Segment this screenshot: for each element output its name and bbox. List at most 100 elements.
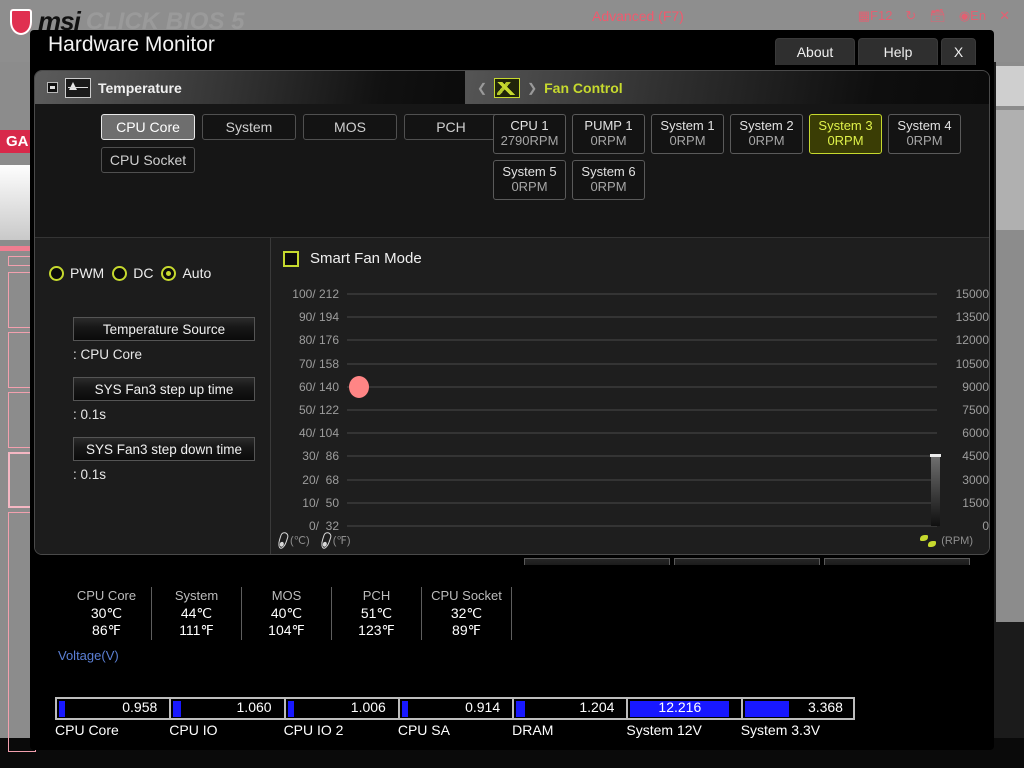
fan-chip-rpm: 0RPM	[748, 133, 785, 148]
y-tick-temperature: 60/ 140	[298, 379, 339, 394]
y-tick-rpm: 4500	[962, 449, 989, 464]
close-button[interactable]: X	[941, 38, 976, 65]
rpm-vertical-slider[interactable]	[930, 454, 941, 526]
chevron-left-icon[interactable]: ❮	[477, 81, 487, 95]
bios-advanced-label[interactable]: Advanced (F7)	[592, 8, 684, 24]
fan-chip-name: CPU 1	[510, 118, 549, 134]
close-icon[interactable]: ✕	[999, 8, 1010, 24]
chevron-right-icon[interactable]: ❯	[527, 81, 537, 95]
voltage-cell: 12.216 System 12V	[626, 697, 740, 738]
y-tick-temperature: 30/ 86	[302, 449, 339, 464]
y-tick-rpm: 7500	[962, 403, 989, 417]
radio-pwm[interactable]: PWM	[49, 265, 104, 281]
voltage-value: 1.006	[350, 699, 386, 715]
voltage-cell: 1.006 CPU IO 2	[283, 697, 398, 738]
fan-chip-system-2[interactable]: System 2 0RPM	[730, 114, 803, 154]
radio-auto[interactable]: Auto	[161, 265, 211, 281]
gridline	[347, 293, 937, 295]
about-button[interactable]: About	[775, 38, 855, 65]
voltage-tick	[169, 697, 172, 720]
voltage-tick	[397, 697, 400, 720]
fan-icon	[920, 534, 937, 548]
voltage-value: 1.204	[579, 699, 615, 715]
readout-name: CPU Core	[76, 588, 137, 603]
step-down-time-button[interactable]: SYS Fan3 step down time	[73, 437, 255, 461]
y-tick-temperature: 100/ 212	[292, 287, 339, 301]
temp-chip-mos[interactable]: MOS	[303, 114, 397, 140]
readout-fahrenheit: 123℉	[358, 622, 395, 639]
voltage-label: CPU IO	[169, 722, 218, 738]
msi-shield-icon	[10, 8, 32, 35]
rpm-unit-label: (RPM)	[941, 534, 973, 547]
screenshot-icon[interactable]: ▦F12	[858, 8, 893, 24]
temp-chip-cpu-core[interactable]: CPU Core	[101, 114, 195, 140]
fan-chip-rpm: 0RPM	[590, 133, 627, 148]
readout-celsius: 40℃	[270, 604, 303, 621]
y-tick-temperature: 90/ 194	[298, 310, 339, 325]
radio-dc-icon	[112, 265, 128, 281]
voltage-label: System 3.3V	[740, 722, 821, 738]
thermometer-icon	[276, 531, 290, 550]
voltage-label: CPU Core	[55, 722, 119, 738]
gridline	[347, 409, 937, 411]
temp-chip-system[interactable]: System	[202, 114, 296, 140]
fan-chip-name: System 2	[739, 118, 794, 134]
dialog-body: Temperature ❮ ❯ Fan Control CPU Core Sys…	[34, 70, 990, 555]
voltage-fill	[744, 701, 790, 717]
bios-right-panel-2	[996, 110, 1024, 230]
collapse-icon[interactable]	[47, 82, 58, 93]
temperature-header-label: Temperature	[98, 79, 182, 96]
status-strip: CPU Core 30℃ 86℉ System 44℃ 111℉ MOS 40℃…	[30, 565, 994, 663]
readout-pch: PCH 51℃ 123℉	[332, 587, 422, 640]
fan-curve-point[interactable]	[349, 375, 369, 398]
readout-system: System 44℃ 111℉	[152, 587, 242, 640]
fan-chip-name: System 3	[818, 118, 873, 134]
help-button[interactable]: Help	[858, 38, 938, 65]
fan-chip-name: System 1	[660, 118, 715, 134]
step-up-time-button[interactable]: SYS Fan3 step up time	[73, 377, 255, 401]
temperature-chart-icon	[65, 77, 91, 98]
voltage-fill	[173, 701, 181, 717]
fan-chip-cpu-1[interactable]: CPU 1 2790RPM	[493, 114, 566, 154]
fan-chip-rpm: 0RPM	[590, 179, 627, 194]
voltage-label: DRAM	[512, 722, 554, 738]
voltage-value: 12.216	[658, 699, 702, 715]
voltage-tick	[740, 697, 743, 720]
y-tick-rpm: 6000	[962, 426, 989, 441]
radio-dc-label: DC	[133, 265, 154, 281]
fan-chip-rpm: 0RPM	[511, 179, 548, 194]
temp-chip-cpu-socket[interactable]: CPU Socket	[101, 147, 195, 173]
dialog-title-bar: Hardware Monitor About Help X	[30, 30, 994, 70]
fan-chip-rpm: 0RPM	[827, 133, 864, 148]
y-tick-temperature: 0/ 32	[308, 519, 339, 533]
readout-celsius: 30℃	[90, 604, 123, 621]
refresh-icon[interactable]: ↻	[905, 8, 916, 24]
radio-dc[interactable]: DC	[112, 265, 153, 281]
y-tick-temperature: 50/ 122	[298, 403, 339, 417]
voltage-value: 3.368	[807, 699, 843, 715]
language-icon[interactable]: ◉En	[959, 8, 986, 24]
gridline	[347, 316, 937, 318]
smart-fan-mode-toggle[interactable]: Smart Fan Mode	[283, 250, 422, 267]
fan-chip-system-5[interactable]: System 5 0RPM	[493, 160, 566, 200]
voltage-fill	[287, 701, 294, 717]
fan-chip-system-6[interactable]: System 6 0RPM	[572, 160, 645, 200]
fan-chip-name: System 5	[502, 164, 557, 180]
y-tick-rpm: 0	[982, 519, 989, 533]
readout-celsius: 44℃	[180, 604, 213, 621]
fan-chip-system-1[interactable]: System 1 0RPM	[651, 114, 724, 154]
temperature-source-button[interactable]: Temperature Source	[73, 317, 255, 341]
fan-chip-system-4[interactable]: System 4 0RPM	[888, 114, 961, 154]
readout-fahrenheit: 111℉	[179, 622, 214, 639]
voltage-cell: 3.368 System 3.3V	[740, 697, 855, 738]
smart-fan-mode-checkbox[interactable]	[283, 250, 299, 267]
fan-chip-system-3[interactable]: System 3 0RPM	[809, 114, 882, 154]
voltage-value: 0.914	[465, 699, 501, 715]
voltage-tick	[283, 697, 286, 720]
window-buttons: About Help X	[775, 38, 976, 65]
readout-celsius: 32℃	[450, 604, 483, 621]
save-icon[interactable]: 🗃	[929, 8, 946, 24]
temp-chip-pch[interactable]: PCH	[404, 114, 498, 140]
thermometer-icon	[319, 531, 333, 550]
fan-chip-pump-1[interactable]: PUMP 1 0RPM	[572, 114, 645, 154]
